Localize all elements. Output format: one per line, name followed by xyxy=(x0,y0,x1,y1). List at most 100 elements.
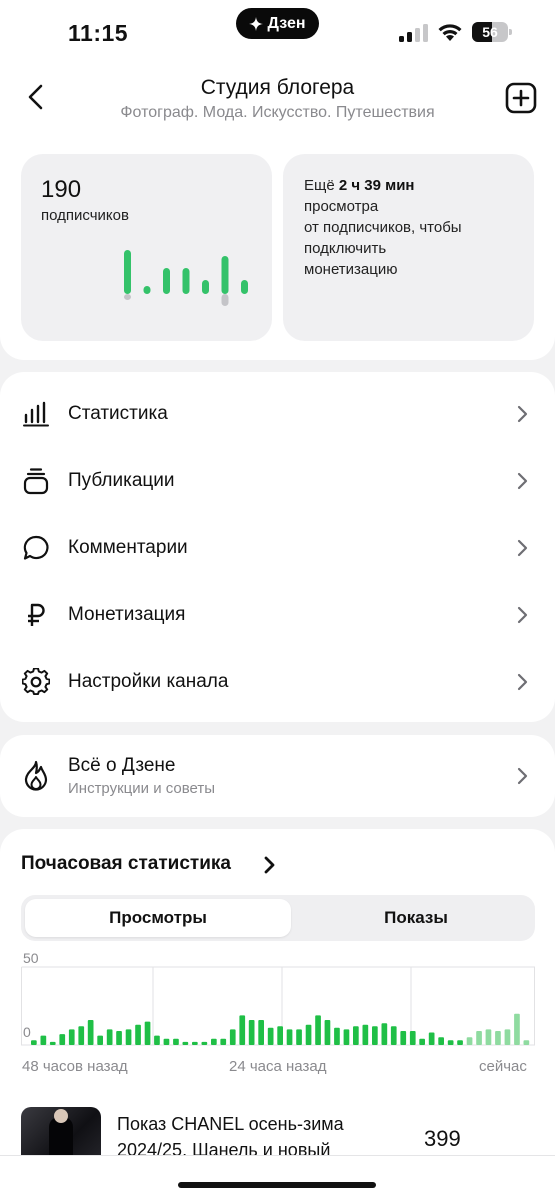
subscribers-count: 190 xyxy=(41,176,82,203)
battery-level: 56 xyxy=(482,24,498,40)
menu-card: Статистика Публикации Комментарии Монети… xyxy=(0,372,555,722)
views-bar xyxy=(419,1038,425,1045)
subscribers-gain-bar xyxy=(143,286,151,294)
chevron-right-icon xyxy=(517,767,528,785)
views-bar xyxy=(286,1029,293,1045)
views-bar xyxy=(495,1031,501,1045)
home-indicator[interactable] xyxy=(178,1182,376,1188)
page-subtitle: Фотограф. Мода. Искусство. Путешествия xyxy=(120,104,435,121)
views-bar xyxy=(334,1027,340,1045)
views-bar xyxy=(457,1040,463,1045)
subscribers-gain-bar xyxy=(163,268,170,294)
gear-icon xyxy=(22,668,50,696)
views-bar xyxy=(485,1029,492,1045)
views-bar xyxy=(173,1038,179,1045)
menu-item-label: Настройки канала xyxy=(68,671,229,692)
views-bar xyxy=(343,1029,350,1045)
battery-icon: 56 xyxy=(472,22,512,42)
status-bar: 11:15 Дзен 56 xyxy=(0,0,555,62)
views-bar xyxy=(78,1026,85,1045)
page-title: Студия блогера xyxy=(200,76,355,99)
subscribers-gain-bar xyxy=(221,256,229,294)
monetization-time-left: 2 ч 39 мин xyxy=(338,177,415,194)
x-axis-label-start: 48 часов назад xyxy=(22,1058,128,1075)
subscribers-tile[interactable]: 190 подписчиков xyxy=(21,154,272,341)
views-bar xyxy=(154,1035,160,1045)
views-bar xyxy=(476,1031,482,1045)
views-bar xyxy=(192,1041,198,1045)
x-axis-label-end: сейчас xyxy=(479,1058,527,1075)
menu-item-label: Монетизация xyxy=(68,604,186,625)
views-bar xyxy=(87,1020,94,1045)
monetization-progress-tile[interactable]: Ещё 2 ч 39 мин просмотра от подписчиков,… xyxy=(283,154,534,341)
subscribers-mini-chart xyxy=(124,250,248,306)
menu-item-label: Статистика xyxy=(68,403,168,424)
add-post-icon[interactable] xyxy=(505,82,537,114)
tab-impressions[interactable]: Показы xyxy=(302,899,530,937)
island-label: Дзен xyxy=(267,14,306,32)
views-bar xyxy=(324,1020,331,1045)
subscribers-loss-bar xyxy=(221,294,229,306)
views-bar xyxy=(229,1029,236,1045)
y-tick-label: 0 xyxy=(23,1024,31,1040)
y-tick-label: 50 xyxy=(23,950,39,966)
hourly-stats-title[interactable]: Почасовая статистика xyxy=(21,853,231,875)
views-bar xyxy=(409,1031,416,1045)
cellular-signal-icon xyxy=(399,24,428,42)
metric-segmented-control: Просмотры Показы xyxy=(21,895,535,941)
views-bar xyxy=(258,1020,264,1045)
chevron-right-icon[interactable] xyxy=(263,856,277,874)
views-bar xyxy=(400,1031,407,1045)
views-bar xyxy=(144,1021,151,1045)
views-bar xyxy=(40,1035,47,1045)
ruble-icon xyxy=(28,603,45,626)
subscribers-gain-bar xyxy=(202,280,209,294)
menu-item-channel-settings[interactable]: Настройки канала xyxy=(0,650,555,714)
views-bar xyxy=(106,1029,113,1045)
views-bar xyxy=(372,1026,378,1045)
chevron-right-icon xyxy=(517,405,528,423)
views-bar xyxy=(49,1041,56,1045)
views-bar xyxy=(296,1029,302,1045)
wifi-icon xyxy=(438,24,462,41)
menu-item-label: Комментарии xyxy=(68,537,188,558)
about-zen-subtitle: Инструкции и советы xyxy=(68,780,216,797)
publication-views-count: 399 xyxy=(424,1126,461,1151)
menu-item-publications[interactable]: Публикации xyxy=(0,449,555,513)
dynamic-island[interactable]: Дзен xyxy=(236,8,319,39)
views-bar xyxy=(428,1032,435,1045)
views-bar xyxy=(267,1027,274,1045)
chevron-right-icon xyxy=(517,606,528,624)
clock: 11:15 xyxy=(68,20,129,46)
chat-bubble-icon xyxy=(23,535,49,560)
views-bar xyxy=(353,1026,359,1045)
about-zen-title: Всё о Дзене xyxy=(68,755,176,776)
tab-views[interactable]: Просмотры xyxy=(25,899,291,937)
views-bar xyxy=(514,1013,520,1045)
monetization-progress-text: Ещё 2 ч 39 мин просмотра от подписчиков,… xyxy=(304,175,519,280)
views-bar xyxy=(59,1034,66,1045)
menu-item-monetization[interactable]: Монетизация xyxy=(0,583,555,647)
hourly-views-chart: 0 50 xyxy=(21,950,535,1046)
subscribers-loss-bar xyxy=(124,294,131,300)
menu-item-comments[interactable]: Комментарии xyxy=(0,516,555,580)
monetization-line5: монетизацию xyxy=(304,261,398,278)
sparkle-icon xyxy=(249,16,264,31)
about-zen-card[interactable]: Всё о Дзене Инструкции и советы xyxy=(0,735,555,817)
views-bar xyxy=(31,1040,37,1045)
menu-item-label: Публикации xyxy=(68,470,175,491)
views-bar xyxy=(362,1024,369,1045)
subscribers-label: подписчиков xyxy=(41,207,129,224)
subscribers-gain-bar xyxy=(182,268,190,294)
monetization-line4: подключить xyxy=(304,240,387,257)
stack-icon xyxy=(23,468,49,495)
menu-item-statistics[interactable]: Статистика xyxy=(0,382,555,446)
views-bar xyxy=(97,1035,103,1045)
chevron-right-icon xyxy=(517,539,528,557)
views-bar xyxy=(504,1029,511,1045)
views-bar xyxy=(305,1024,312,1045)
views-bar xyxy=(201,1041,208,1045)
hourly-stats-card: Почасовая статистика Просмотры Показы 0 5… xyxy=(0,829,555,1200)
chevron-right-icon xyxy=(517,472,528,490)
views-bar xyxy=(68,1029,75,1045)
